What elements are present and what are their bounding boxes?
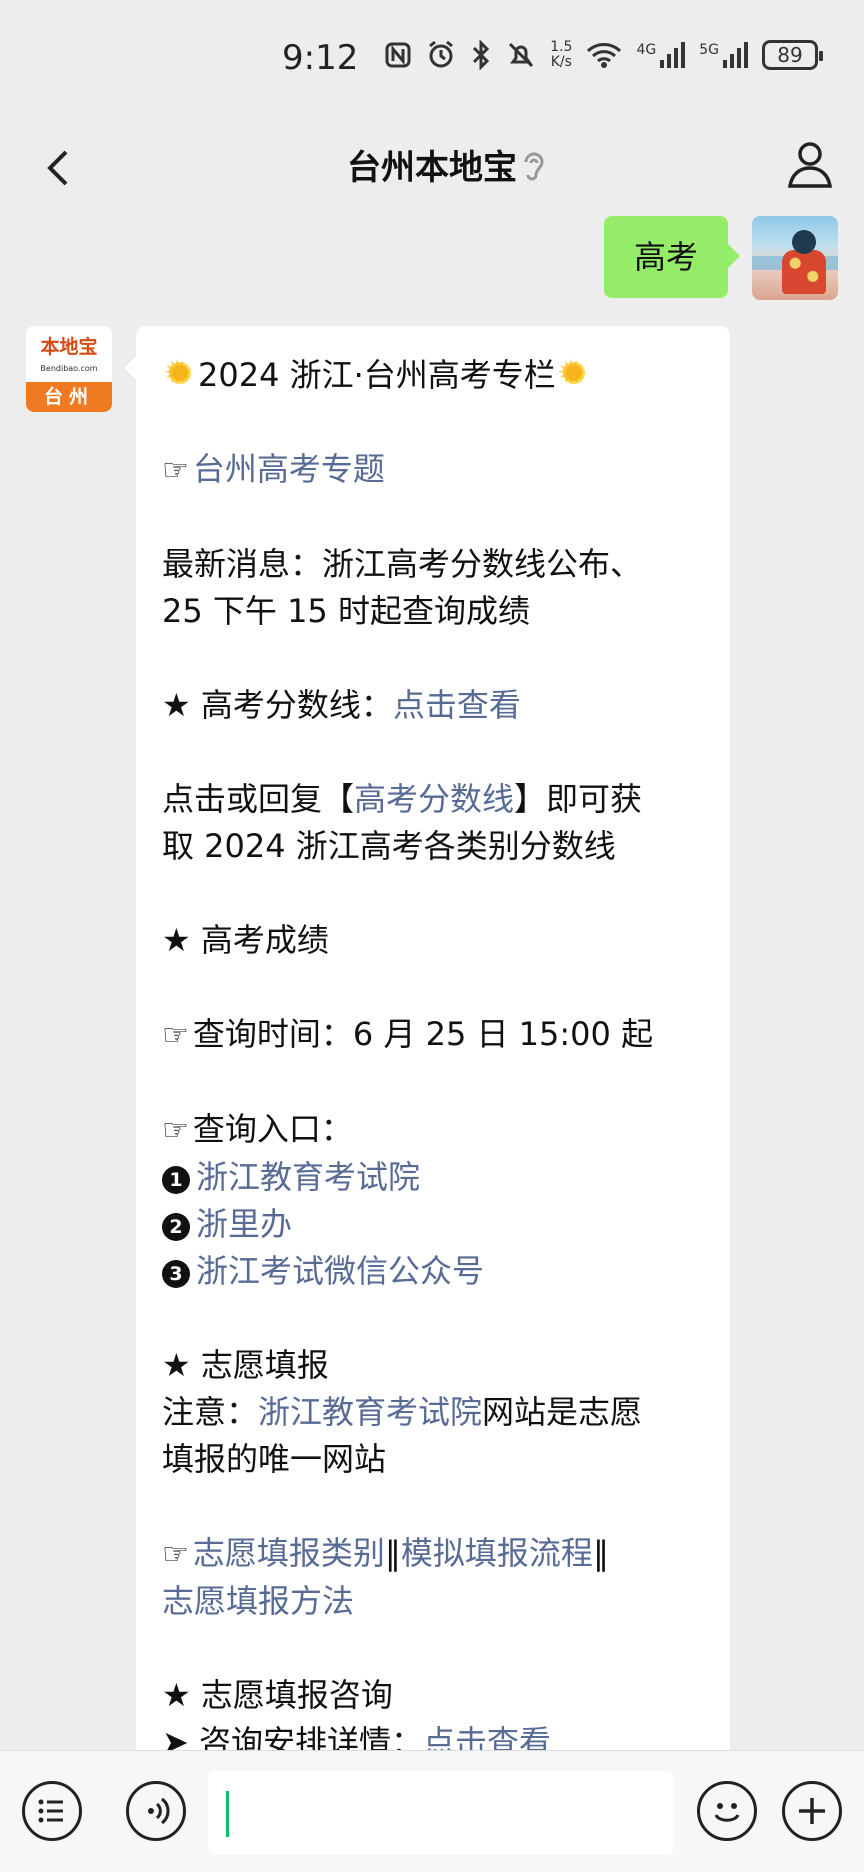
topic-line: ☞ 台州高考专题 — [162, 446, 704, 494]
message-input[interactable] — [208, 1771, 674, 1855]
nav-bar: 台州本地宝 — [0, 120, 864, 216]
status-time: 9:12 — [282, 38, 359, 78]
user-message-bubble[interactable]: 高考 — [604, 216, 740, 298]
link-separator: ‖ — [384, 1534, 401, 1572]
alarm-icon — [429, 40, 454, 68]
entry-item: 2 浙里办 — [162, 1201, 704, 1248]
entry-item: 1 浙江教育考试院 — [162, 1154, 704, 1201]
query-entry-line: ☞ 查询入口： — [162, 1106, 704, 1154]
pointing-hand-icon: ☞ — [162, 1018, 189, 1053]
headline-text: 2024 浙江·台州高考专栏 — [198, 356, 556, 394]
user-avatar[interactable] — [752, 216, 838, 300]
sun-icon — [163, 350, 197, 397]
volunteer-method-link[interactable]: 志愿填报方法 — [162, 1582, 354, 1620]
reply-suffix: 】即可获 — [514, 780, 643, 818]
emoji-button[interactable] — [697, 1781, 757, 1841]
wifi-icon — [587, 43, 622, 68]
status-icons: 1.5 K/s 4G 5G 89 — [384, 40, 823, 70]
signal-5g: 5G — [699, 42, 748, 68]
earpiece-mode-icon — [524, 152, 544, 181]
consult-link[interactable]: 点击查看 — [423, 1723, 551, 1750]
volunteer-links-line: ☞ 志愿填报类别‖模拟填报流程‖ — [162, 1530, 704, 1578]
news-line-2: 25 下午 15 时起查询成绩 — [162, 592, 530, 630]
network-speed: 1.5 K/s — [550, 40, 572, 70]
speed-value: 1.5 — [550, 39, 573, 55]
list-icon — [38, 1799, 63, 1823]
score-line: ★ 高考分数线：点击查看 — [162, 682, 704, 729]
bot-logo-city: 台州 — [26, 382, 112, 412]
bot-logo-url: Bendibao.com — [40, 364, 98, 373]
mute-bell-icon — [509, 42, 534, 68]
signal-4g-bars-icon — [660, 42, 686, 68]
notice-suffix: 网站是志愿 — [482, 1393, 643, 1431]
query-time-text: 查询时间：6 月 25 日 15:00 起 — [192, 1015, 654, 1053]
plus-icon — [799, 1798, 825, 1824]
news-line-1: 最新消息：浙江高考分数线公布、 — [162, 545, 643, 583]
battery-indicator: 89 — [762, 40, 823, 70]
menu-button[interactable] — [22, 1781, 82, 1841]
page-title: 台州本地宝 — [347, 148, 517, 188]
voice-button[interactable] — [126, 1781, 186, 1841]
number-badge: 3 — [162, 1260, 190, 1288]
bot-logo-text: 本地宝 — [40, 336, 98, 358]
link-separator: ‖ — [592, 1534, 609, 1572]
mock-process-link[interactable]: 模拟填报流程 — [401, 1534, 593, 1572]
sun-icon — [557, 350, 591, 397]
entry-link-exam-institute[interactable]: 浙江教育考试院 — [196, 1158, 420, 1196]
consult-heading: ★ 志愿填报咨询 — [162, 1676, 393, 1714]
emoji-icon — [714, 1803, 740, 1822]
number-badge: 2 — [162, 1213, 190, 1241]
more-button[interactable] — [782, 1781, 842, 1841]
score-link[interactable]: 点击查看 — [393, 686, 521, 724]
profile-icon[interactable] — [782, 136, 838, 192]
notice-prefix: 注意： — [162, 1393, 259, 1431]
input-toolbar — [0, 1750, 864, 1872]
voice-icon — [148, 1797, 170, 1825]
pointing-hand-icon: ☞ — [162, 1113, 189, 1148]
volunteer-heading: ★ 志愿填报 — [162, 1346, 329, 1384]
volunteer-category-link[interactable]: 志愿填报类别 — [193, 1534, 385, 1572]
reply-prefix: 点击或回复【 — [162, 780, 355, 818]
text-cursor — [226, 1791, 229, 1837]
entry-item: 3 浙江考试微信公众号 — [162, 1248, 704, 1295]
query-entry-text: 查询入口： — [192, 1110, 353, 1148]
pointing-hand-icon: ☞ — [162, 1537, 189, 1572]
reply-line-1: 点击或回复【高考分数线】即可获 — [162, 776, 704, 823]
pointing-hand-icon: ☞ — [162, 453, 189, 488]
signal-5g-label: 5G — [699, 42, 719, 58]
notice-link[interactable]: 浙江教育考试院 — [258, 1393, 482, 1431]
chat-area[interactable]: 高考 本地宝 Bendibao.com 台州 2024 浙江·台州高考专栏 ☞台… — [0, 216, 864, 1750]
nfc-icon — [385, 42, 411, 68]
consult-label: ➤ 咨询安排详情： — [162, 1723, 423, 1750]
consult-line: ➤ 咨询安排详情：点击查看 — [162, 1719, 704, 1750]
signal-4g: 4G — [636, 42, 686, 68]
query-time-line: ☞ 查询时间：6 月 25 日 15:00 起 — [162, 1011, 704, 1059]
status-bar: 9:12 1.5 K/s 4G 5G 89 — [0, 0, 864, 120]
entry-link-zheliban[interactable]: 浙里办 — [196, 1205, 292, 1243]
topic-link[interactable]: 台州高考专题 — [193, 450, 385, 488]
signal-4g-label: 4G — [636, 42, 657, 58]
bot-avatar[interactable]: 本地宝 Bendibao.com 台州 — [26, 326, 112, 412]
bot-message-bubble: 2024 浙江·台州高考专栏 ☞台州高考专题 最新消息：浙江高考分数线公布、 2… — [124, 326, 730, 1750]
results-heading: ★ 高考成绩 — [162, 921, 329, 959]
bluetooth-icon — [473, 40, 490, 70]
signal-5g-bars-icon — [723, 42, 748, 68]
reply-keyword-link[interactable]: 高考分数线 — [354, 780, 514, 818]
headline-line: 2024 浙江·台州高考专栏 — [162, 350, 704, 399]
entry-link-wechat-account[interactable]: 浙江考试微信公众号 — [196, 1252, 484, 1290]
notice-line-2: 填报的唯一网站 — [162, 1440, 387, 1478]
number-badge: 1 — [162, 1166, 190, 1194]
speed-unit: K/s — [550, 54, 572, 70]
volunteer-method-line: 志愿填报方法 — [162, 1578, 704, 1625]
reply-line-2: 取 2024 浙江高考各类别分数线 — [162, 827, 616, 865]
score-label: ★ 高考分数线： — [162, 686, 393, 724]
notice-line-1: 注意：浙江教育考试院网站是志愿 — [162, 1389, 704, 1436]
